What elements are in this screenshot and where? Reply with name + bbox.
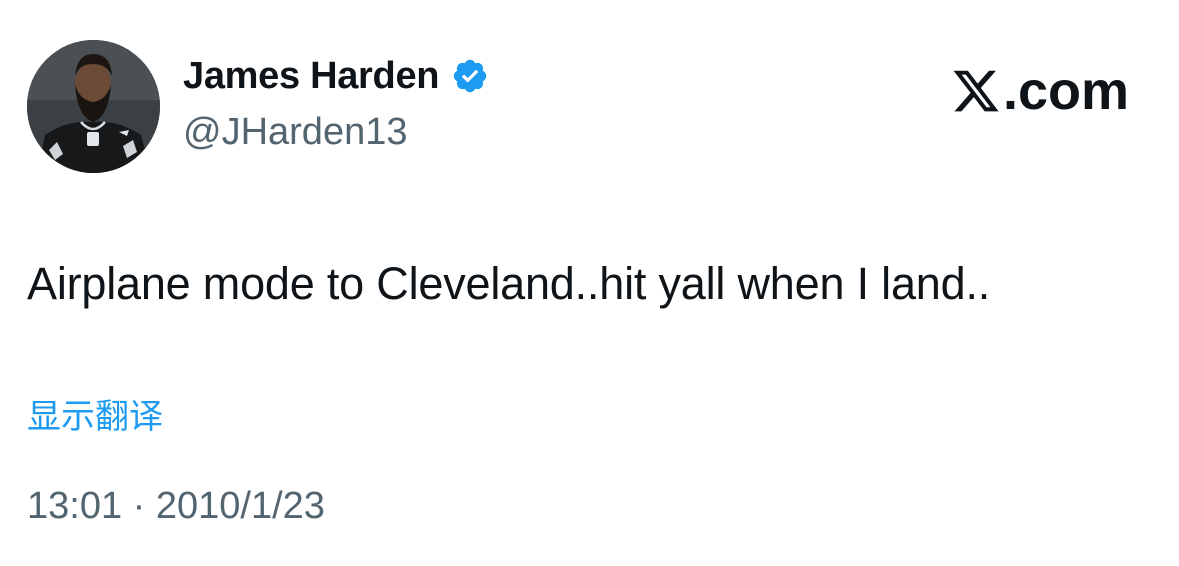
meta-separator: · <box>132 485 156 527</box>
author-name-text[interactable]: James Harden <box>183 57 440 95</box>
tweet-time[interactable]: 13:01 <box>27 485 122 527</box>
verified-badge-icon <box>451 57 489 95</box>
tweet-text: Airplane mode to Cleveland..hit yall whe… <box>27 258 991 309</box>
avatar[interactable] <box>27 40 160 173</box>
show-translation-link[interactable]: 显示翻译 <box>27 397 163 438</box>
tweet-timestamp[interactable]: 13:01 · 2010/1/23 <box>27 487 325 525</box>
author-handle[interactable]: @JHarden13 <box>183 113 407 151</box>
brand-label: .com <box>1002 61 1129 121</box>
brand-logo: .com <box>951 64 1129 118</box>
tweet-date[interactable]: 2010/1/23 <box>156 485 325 527</box>
x-logo-icon <box>951 66 1001 116</box>
author-display-name[interactable]: James Harden <box>183 57 489 95</box>
